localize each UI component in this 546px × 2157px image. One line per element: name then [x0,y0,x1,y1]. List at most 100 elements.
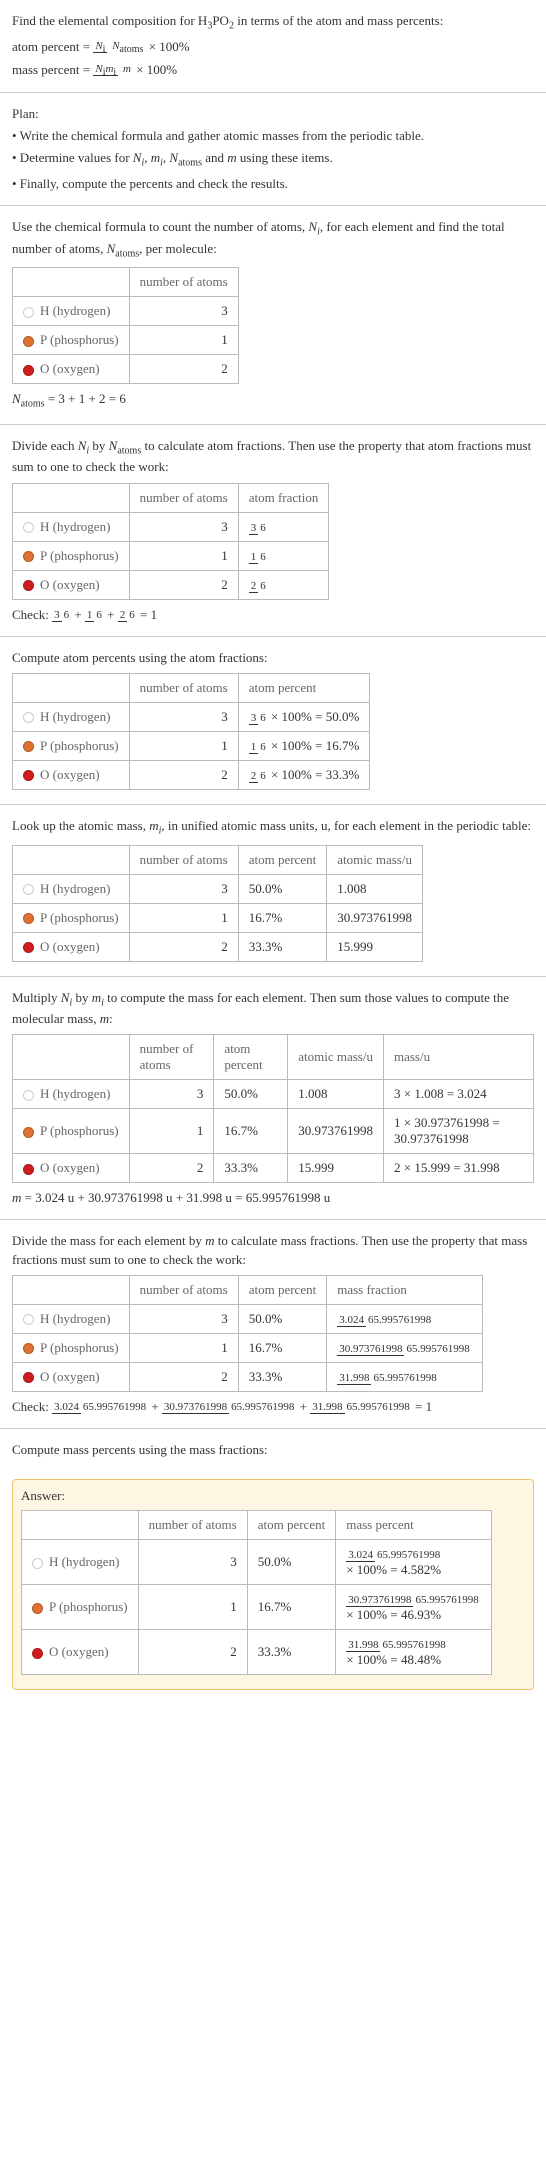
cell: 3 [129,1304,238,1333]
col-header: atom percent [238,673,370,702]
cell: 33.3% [247,1630,336,1675]
col-header: number of atoms [129,268,238,297]
cell: 50.0% [238,874,327,903]
mass-percent-formula: mass percent = Nimi m × 100% [12,61,534,80]
element-name: P (phosphorus) [40,332,119,347]
cell: 26 [238,570,329,599]
intro-line: Find the elemental composition for H3PO2… [12,12,534,34]
cell: 1 × 30.973761998 = 30.973761998 [383,1109,533,1154]
text: Use the chemical formula to count the nu… [12,219,308,234]
element-dot [23,1314,34,1325]
text: in terms of the atom and mass percents: [234,13,443,28]
element-name: H (hydrogen) [49,1554,119,1569]
text: Look up the atomic mass, [12,818,149,833]
cell: 50.0% [247,1540,336,1585]
atomicmass-intro: Look up the atomic mass, mi, in unified … [12,817,534,839]
text: N [95,63,102,75]
col-header: atom percent [214,1035,288,1080]
text: atom percent = [12,39,93,54]
element-name: P (phosphorus) [40,1123,119,1138]
text: Check: [12,607,52,622]
col-header: atom percent [247,1511,336,1540]
cell: 2 [129,1362,238,1391]
plan-bullet: • Write the chemical formula and gather … [12,127,534,145]
element-dot [23,307,34,318]
masspct-intro: Compute mass percents using the mass fra… [12,1441,534,1459]
element-dot [23,551,34,562]
element-name: P (phosphorus) [40,548,119,563]
text: Multiply [12,990,61,1005]
cell: 3 [129,512,238,541]
element-name: P (phosphorus) [40,738,119,753]
cell: 50.0% [238,1304,327,1333]
table-row: H (hydrogen)350.0%1.0083 × 1.008 = 3.024 [13,1080,534,1109]
fraction: Ni Natoms [93,39,145,57]
cell: 16 × 100% = 16.7% [238,731,370,760]
cell: 33.3% [238,1362,327,1391]
cell: 1 [129,1109,214,1154]
element-name: O (oxygen) [40,577,100,592]
table-row: O (oxygen)2 [13,355,239,384]
atomicmass-table: number of atomsatom percentatomic mass/u… [12,845,423,962]
cell: 3 [138,1540,247,1585]
cell: 33.3% [238,932,327,961]
text: i [113,67,116,78]
cell: 2 [129,355,238,384]
col-header: number of atoms [129,845,238,874]
element-dot [23,1127,34,1138]
cell: 15.999 [288,1154,384,1183]
table-row: O (oxygen)233.3%31.99865.995761998× 100%… [22,1630,492,1675]
cell: 16.7% [238,1333,327,1362]
text: N [95,40,102,52]
count-sum: Natoms = 3 + 1 + 2 = 6 [12,390,534,412]
element-name: P (phosphorus) [40,1340,119,1355]
plan-title: Plan: [12,105,534,123]
text: Divide each [12,438,78,453]
col-header: atom percent [238,1275,327,1304]
mass-calc-section: Multiply Ni by mi to compute the mass fo… [0,977,546,1221]
cell: 3 [129,297,238,326]
cell: 50.0% [214,1080,288,1109]
element-dot [23,913,34,924]
col-header: mass percent [336,1511,492,1540]
text: Check: [12,1399,52,1414]
col-header: number of atoms [129,483,238,512]
table-row: O (oxygen)226 × 100% = 33.3% [13,760,370,789]
table-row: H (hydrogen)350.0%1.008 [13,874,423,903]
text: atoms [21,399,45,410]
cell: 36 × 100% = 50.0% [238,702,370,731]
massfrac-intro: Divide the mass for each element by m to… [12,1232,534,1268]
text: Find the elemental composition for H [12,13,207,28]
table-row: H (hydrogen)336 × 100% = 50.0% [13,702,370,731]
cell: 1.008 [288,1080,384,1109]
table-row: O (oxygen)233.3%15.999 [13,932,423,961]
cell: 1 [129,1333,238,1362]
table-row: P (phosphorus)116 × 100% = 16.7% [13,731,370,760]
cell: 16.7% [214,1109,288,1154]
text: N [12,391,21,406]
text: = 1 [415,1399,432,1414]
atomfrac-intro: Divide each Ni by Natoms to calculate at… [12,437,534,477]
element-name: O (oxygen) [40,767,100,782]
atompct-intro: Compute atom percents using the atom fra… [12,649,534,667]
text: Divide the mass for each element by [12,1233,205,1248]
cell: 15.999 [327,932,423,961]
col-header: mass fraction [327,1275,483,1304]
cell: 2 × 15.999 = 31.998 [383,1154,533,1183]
element-dot [32,1648,43,1659]
text: N [112,40,119,52]
plan-section: Plan: • Write the chemical formula and g… [0,93,546,206]
element-dot [23,1343,34,1354]
cell: 1 [129,326,238,355]
count-atoms-section: Use the chemical formula to count the nu… [0,206,546,425]
table-row: O (oxygen)226 [13,570,329,599]
col-header: number of atoms [129,1035,214,1080]
atompct-table: number of atomsatom percent H (hydrogen)… [12,673,370,790]
element-name: H (hydrogen) [40,1086,110,1101]
element-name: H (hydrogen) [40,881,110,896]
col-header: number of atoms [138,1511,247,1540]
element-name: P (phosphorus) [40,910,119,925]
element-dot [23,336,34,347]
table-row: P (phosphorus)116.7%30.97376199865.99576… [22,1585,492,1630]
text: atoms [120,44,144,55]
